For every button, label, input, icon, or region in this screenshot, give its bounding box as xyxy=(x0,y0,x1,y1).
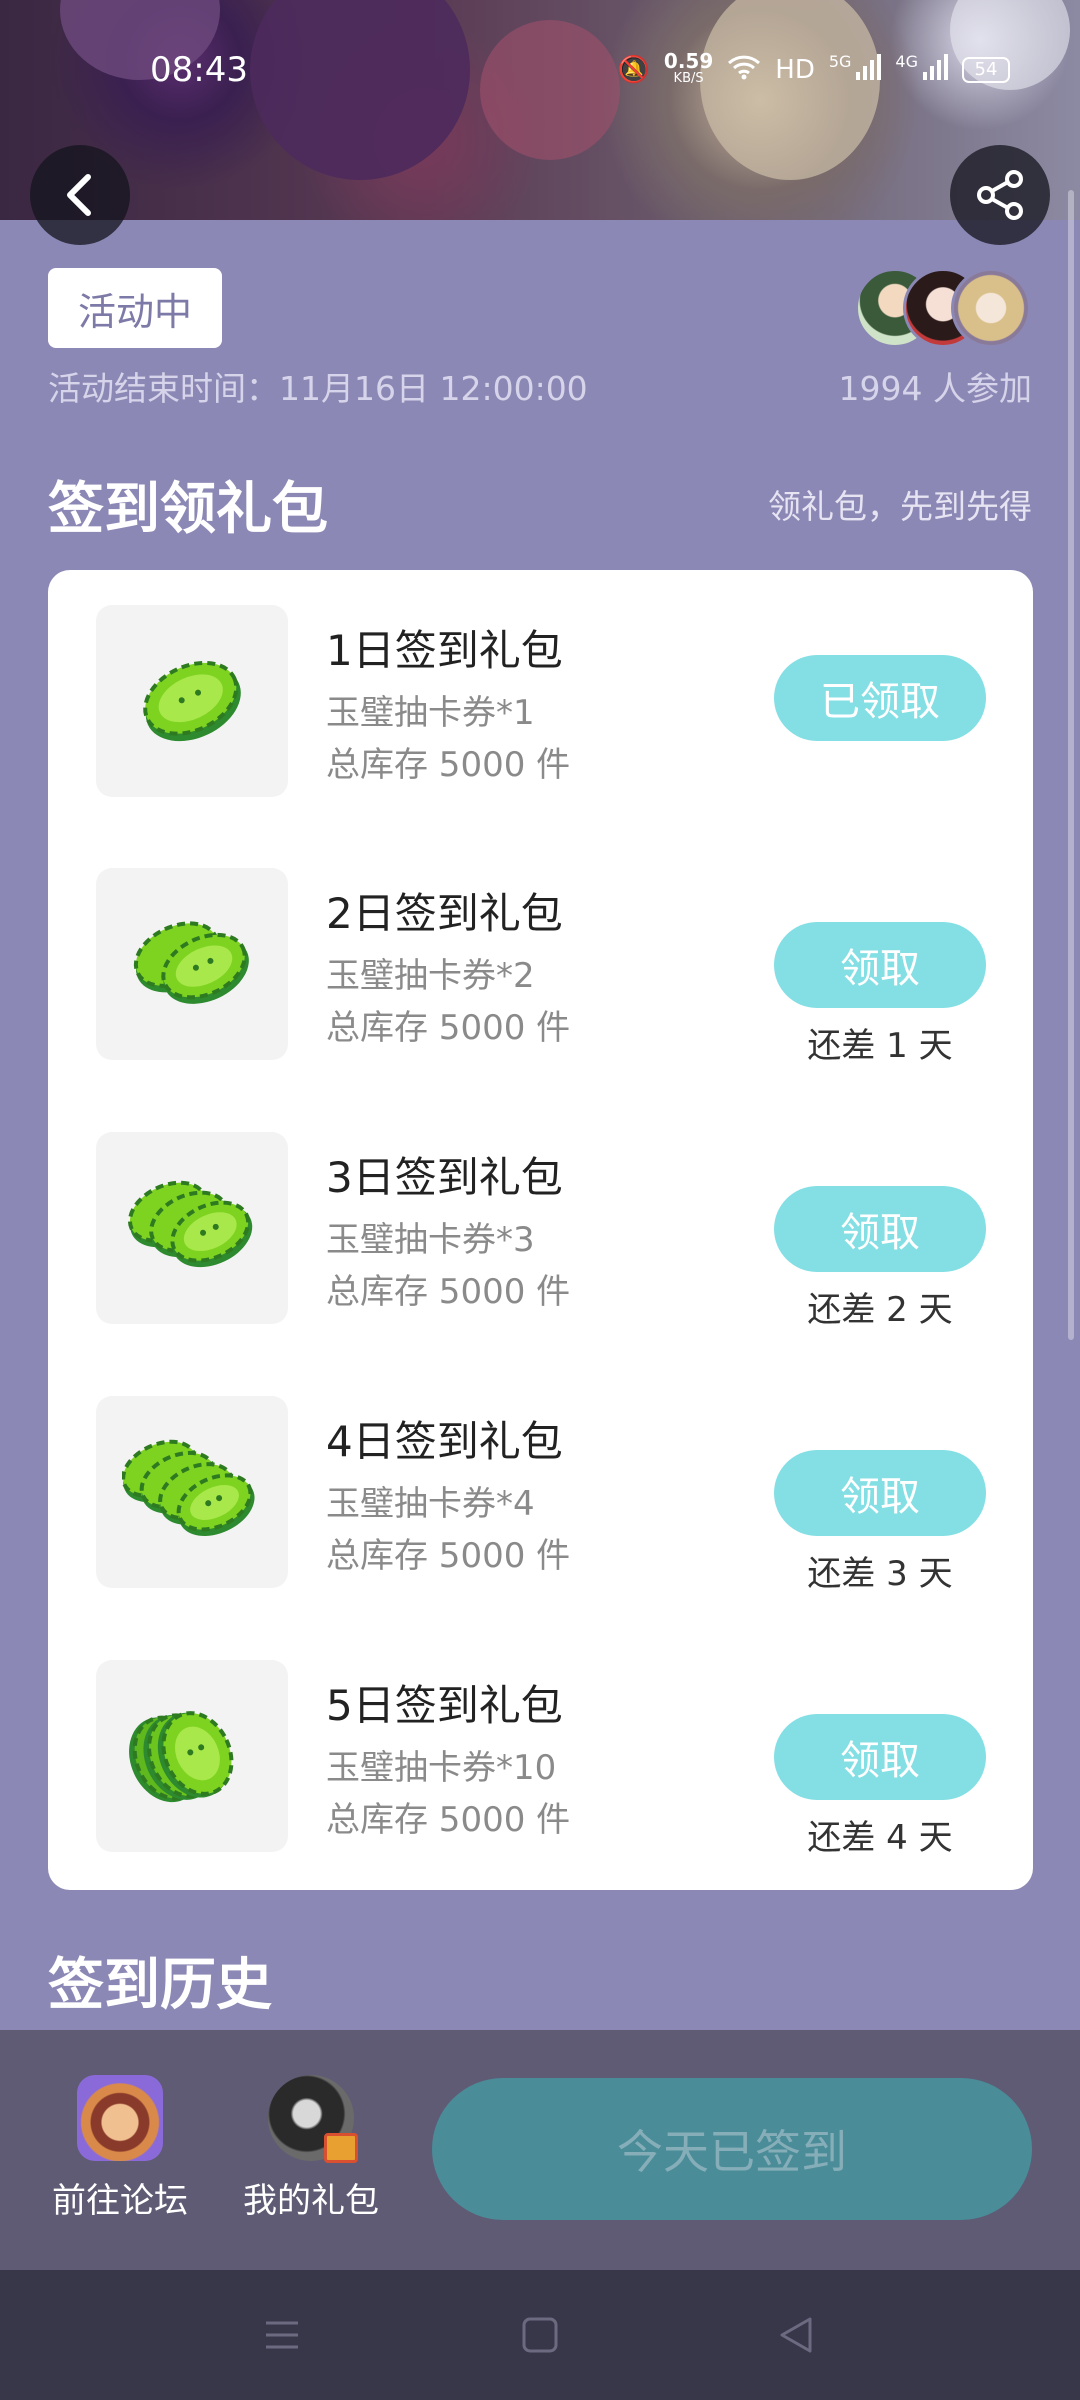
claimed-button[interactable]: 已领取 xyxy=(774,655,986,741)
activity-end-time: 活动结束时间：11月16日 12:00:00 xyxy=(48,369,588,408)
participant-count: 1994 人参加 xyxy=(838,369,1032,408)
avatar xyxy=(951,268,1031,348)
status-bar: 08:43 🔕 0.59 KB/S HD 5G 4G 54 xyxy=(0,46,1080,96)
jade-coupon-icon xyxy=(96,1396,288,1588)
bottom-action-bar: 前往论坛 我的礼包 今天已签到 xyxy=(0,2030,1080,2270)
gift-title: 2日签到礼包 xyxy=(326,889,563,938)
days-remaining: 还差 2 天 xyxy=(807,1290,953,1330)
system-nav-bar xyxy=(0,2270,1080,2400)
net-unit: KB/S xyxy=(673,71,704,86)
forum-link[interactable]: 前往论坛 xyxy=(45,2075,195,2222)
gift-box-icon xyxy=(324,2133,358,2163)
share-button[interactable] xyxy=(950,145,1050,245)
jade-coupon-icon xyxy=(96,605,288,797)
claim-button[interactable]: 领取 xyxy=(774,922,986,1008)
list-item: 5日签到礼包 玉璧抽卡券*10 总库存 5000 件 领取 还差 4 天 xyxy=(48,1660,1033,1860)
claim-button[interactable]: 领取 xyxy=(774,1186,986,1272)
participant-avatars[interactable] xyxy=(855,268,1031,348)
days-remaining: 还差 4 天 xyxy=(807,1818,953,1858)
history-section-title: 签到历史 xyxy=(48,1953,272,2018)
gift-stock: 总库存 5000 件 xyxy=(326,1008,571,1048)
mute-icon: 🔕 xyxy=(617,55,650,85)
net-speed: 0.59 xyxy=(663,49,714,73)
hd-label: HD xyxy=(775,55,815,85)
claim-button[interactable]: 领取 xyxy=(774,1450,986,1536)
days-remaining: 还差 1 天 xyxy=(807,1026,953,1066)
home-icon[interactable] xyxy=(520,2315,560,2355)
my-gifts-link[interactable]: 我的礼包 xyxy=(236,2075,386,2222)
gift-title: 3日签到礼包 xyxy=(326,1153,563,1202)
battery-icon: 54 xyxy=(962,57,1010,83)
status-badge: 活动中 xyxy=(48,268,222,348)
back-button[interactable] xyxy=(30,145,130,245)
share-icon xyxy=(977,170,1023,220)
gift-title: 5日签到礼包 xyxy=(326,1681,563,1730)
gift-title: 4日签到礼包 xyxy=(326,1417,563,1466)
gift-stock: 总库存 5000 件 xyxy=(326,1536,571,1576)
gift-reward: 玉璧抽卡券*2 xyxy=(326,956,535,996)
claim-button[interactable]: 领取 xyxy=(774,1714,986,1800)
jade-coupon-icon xyxy=(96,868,288,1060)
list-item: 3日签到礼包 玉璧抽卡券*3 总库存 5000 件 领取 还差 2 天 xyxy=(48,1132,1033,1332)
signal-5g-icon xyxy=(855,53,882,87)
jade-coupon-icon xyxy=(96,1660,288,1852)
activity-banner xyxy=(0,0,1080,220)
signin-section-title: 签到领礼包 xyxy=(48,477,328,542)
gift-reward: 玉璧抽卡券*3 xyxy=(326,1220,535,1260)
status-time: 08:43 xyxy=(150,50,248,90)
list-item: 2日签到礼包 玉璧抽卡券*2 总库存 5000 件 领取 还差 1 天 xyxy=(48,868,1033,1068)
signal-4g-icon xyxy=(922,53,948,87)
chevron-left-icon xyxy=(67,174,91,216)
list-item: 1日签到礼包 玉璧抽卡券*1 总库存 5000 件 已领取 xyxy=(48,605,1033,805)
signal-4g-label: 4G xyxy=(895,52,918,71)
gift-title: 1日签到礼包 xyxy=(326,626,563,675)
gift-reward: 玉璧抽卡券*10 xyxy=(326,1748,557,1788)
gift-reward: 玉璧抽卡券*4 xyxy=(326,1484,535,1524)
gift-stock: 总库存 5000 件 xyxy=(326,1800,571,1840)
gift-reward: 玉璧抽卡券*1 xyxy=(326,693,535,733)
wifi-icon xyxy=(727,54,761,87)
signal-5g-label: 5G xyxy=(828,52,852,71)
forum-icon xyxy=(77,2075,163,2161)
list-item: 4日签到礼包 玉璧抽卡券*4 总库存 5000 件 领取 还差 3 天 xyxy=(48,1396,1033,1596)
gift-stock: 总库存 5000 件 xyxy=(326,1272,571,1312)
days-remaining: 还差 3 天 xyxy=(807,1554,953,1594)
back-triangle-icon[interactable] xyxy=(776,2315,816,2355)
signin-hint: 领礼包，先到先得 xyxy=(768,487,1032,526)
signed-today-button[interactable]: 今天已签到 xyxy=(432,2078,1032,2220)
scrollbar[interactable] xyxy=(1068,190,1074,1340)
gift-list-card: 1日签到礼包 玉璧抽卡券*1 总库存 5000 件 已领取 2日签到礼包 玉璧抽… xyxy=(48,570,1033,1890)
my-gifts-label: 我的礼包 xyxy=(243,2181,379,2221)
gift-stock: 总库存 5000 件 xyxy=(326,745,571,785)
jade-coupon-icon xyxy=(96,1132,288,1324)
forum-label: 前往论坛 xyxy=(52,2181,188,2221)
gift-avatar-icon xyxy=(268,2075,358,2163)
menu-icon[interactable] xyxy=(262,2315,302,2355)
